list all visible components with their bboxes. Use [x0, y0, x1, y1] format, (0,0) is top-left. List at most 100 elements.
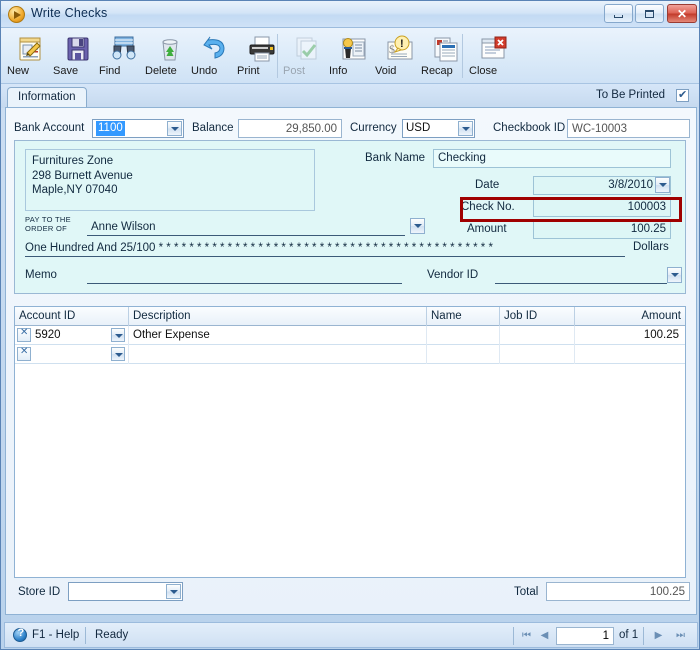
save-button[interactable]: Save [53, 30, 103, 82]
cell-job-id[interactable] [500, 326, 575, 345]
printer-icon [237, 30, 287, 64]
col-name[interactable]: Name [427, 307, 500, 326]
toolbar: New Save Find Delete Undo Print Post Inf… [1, 28, 699, 84]
date-chevron-down-icon[interactable] [655, 177, 670, 193]
new-button-label: New [7, 65, 30, 77]
nav-prev-button[interactable]: ◀ [537, 628, 552, 644]
currency-combo[interactable]: USD [402, 119, 475, 138]
toolbar-separator-2 [462, 34, 463, 78]
pay-to-the-order-of-label: PAY TO THE ORDER OF [25, 215, 71, 233]
payer-name: Furnitures Zone [32, 155, 114, 167]
cell-name[interactable] [427, 345, 500, 364]
new-button[interactable]: New [7, 30, 57, 82]
order-of-line: ORDER OF [25, 224, 67, 233]
page-number-input[interactable]: 1 [556, 627, 614, 645]
payee-field[interactable]: Anne Wilson [87, 219, 405, 236]
delete-button[interactable]: Delete [145, 30, 195, 82]
help-icon[interactable] [13, 627, 27, 642]
post-button[interactable]: Post [283, 30, 333, 82]
nav-separator-right [643, 627, 644, 645]
distribution-grid: Account ID Description Name Job ID Amoun… [14, 306, 686, 578]
close-icon: ✕ [676, 6, 688, 21]
chevron-down-icon[interactable] [111, 328, 125, 342]
chevron-down-icon[interactable] [410, 218, 425, 234]
check-no-field[interactable]: 100003 [533, 198, 671, 217]
bank-account-value: 1100 [96, 121, 125, 136]
col-description[interactable]: Description [129, 307, 427, 326]
undo-arrow-icon [191, 30, 241, 64]
amount-label: Amount [467, 223, 507, 235]
recap-button[interactable]: Recap [421, 30, 471, 82]
date-field[interactable]: 3/8/2010 [533, 176, 671, 195]
to-be-printed-label: To Be Printed [595, 89, 665, 101]
cell-name[interactable] [427, 326, 500, 345]
chevron-down-icon[interactable] [111, 347, 125, 361]
cell-amount[interactable] [575, 345, 685, 364]
information-panel: Bank Account 1100 Balance 29,850.00 Curr… [5, 107, 697, 615]
cell-description[interactable]: Other Expense [129, 326, 427, 345]
amount-field[interactable]: 100.25 [533, 220, 671, 239]
chevron-down-icon[interactable] [667, 267, 682, 283]
col-account-id[interactable]: Account ID [15, 307, 129, 326]
grid-header-row: Account ID Description Name Job ID Amoun… [15, 307, 685, 326]
table-row[interactable] [15, 345, 685, 364]
post-button-label: Post [283, 65, 306, 77]
undo-button-label: Undo [191, 65, 218, 77]
tab-information[interactable]: Information [7, 87, 87, 108]
svg-text:$: $ [389, 42, 395, 56]
memo-field[interactable] [87, 269, 402, 284]
payer-address-box: Furnitures Zone 298 Burnett Avenue Maple… [25, 149, 315, 211]
close-toolbar-button-label: Close [469, 65, 498, 77]
to-be-printed-checkbox[interactable] [676, 88, 689, 102]
undo-button[interactable]: Undo [191, 30, 241, 82]
find-button[interactable]: Find [99, 30, 149, 82]
delete-button-label: Delete [145, 65, 177, 77]
close-toolbar-button[interactable]: Close [469, 30, 519, 82]
cell-job-id[interactable] [500, 345, 575, 364]
store-id-combo[interactable] [68, 582, 183, 601]
cell-amount[interactable]: 100.25 [575, 326, 685, 345]
tab-strip: Information To Be Printed [1, 84, 699, 108]
col-amount[interactable]: Amount [575, 307, 685, 326]
void-button[interactable]: $ ! Void [375, 30, 425, 82]
print-button[interactable]: Print [237, 30, 287, 82]
chevron-down-icon[interactable] [458, 121, 473, 136]
maximize-button[interactable] [635, 4, 664, 23]
void-button-label: Void [375, 65, 397, 77]
minimize-button[interactable] [604, 4, 633, 23]
col-job-id[interactable]: Job ID [500, 307, 575, 326]
balance-label: Balance [192, 122, 234, 134]
balance-field: 29,850.00 [238, 119, 342, 138]
payer-street: 298 Burnett Avenue [32, 169, 133, 182]
write-checks-window: Write Checks ✕ New Save Find Delete Undo… [0, 0, 700, 650]
nav-separator-left [513, 627, 514, 645]
nav-first-button[interactable]: ⏮ [519, 628, 534, 644]
checkbook-id-label: Checkbook ID [493, 122, 566, 134]
amount-in-words: One Hundred And 25/100 * * * * * * * * *… [25, 241, 625, 257]
help-label[interactable]: F1 - Help [32, 629, 79, 641]
minimize-icon [605, 5, 632, 22]
vendor-id-field[interactable] [495, 269, 667, 284]
chevron-down-icon[interactable] [167, 121, 182, 136]
check-no-label: Check No. [461, 201, 515, 213]
bank-name-field[interactable]: Checking [433, 149, 671, 168]
info-button[interactable]: Info [329, 30, 379, 82]
store-id-label: Store ID [18, 586, 61, 598]
close-button[interactable]: ✕ [667, 4, 697, 23]
payer-citystatezip: Maple,NY 07040 [32, 184, 118, 196]
maximize-icon [636, 5, 663, 22]
status-message: Ready [95, 629, 129, 641]
cell-description[interactable] [129, 345, 427, 364]
title-bar: Write Checks ✕ [1, 1, 699, 28]
total-label: Total [514, 586, 539, 598]
table-row[interactable]: 5920 Other Expense 100.25 [15, 326, 685, 345]
nav-last-button[interactable]: ⏭ [673, 628, 688, 644]
window-title: Write Checks [31, 6, 108, 20]
chevron-down-icon[interactable] [166, 584, 181, 599]
save-button-label: Save [53, 65, 79, 77]
status-bar: F1 - Help Ready ⏮ ◀ 1 of 1 ▶ ⏭ [4, 622, 698, 648]
nav-next-button[interactable]: ▶ [651, 628, 666, 644]
bank-name-label: Bank Name [365, 152, 426, 164]
bank-account-combo[interactable]: 1100 [92, 119, 184, 138]
floppy-disk-icon [53, 30, 103, 64]
